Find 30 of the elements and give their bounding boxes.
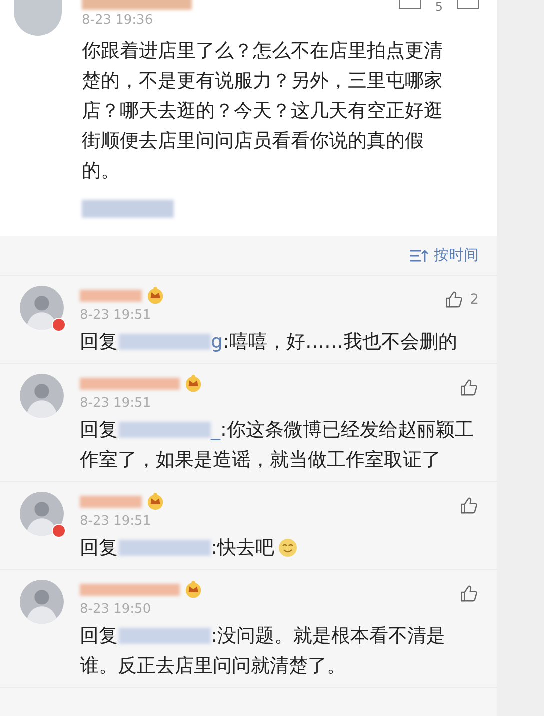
thumbs-up-icon[interactable] [460, 496, 479, 515]
crown-icon [184, 374, 203, 393]
thumbs-up-icon[interactable] [445, 290, 464, 309]
avatar-icon[interactable] [20, 580, 64, 624]
mention-link[interactable]: g [211, 331, 224, 353]
avatar-icon[interactable] [20, 492, 64, 536]
sort-icon [409, 248, 429, 262]
avatar-icon[interactable] [20, 286, 64, 330]
reply-text: 回复 :快去吧 [80, 536, 274, 561]
crown-icon [146, 492, 165, 511]
comment-time: 8-23 19:50 [80, 602, 152, 617]
comment-time: 8-23 19:51 [80, 396, 152, 411]
avatar-icon[interactable] [20, 374, 64, 418]
blurred-name [80, 290, 142, 302]
like-count: 2 [470, 292, 479, 308]
crown-icon [146, 286, 165, 305]
blurred-name [80, 496, 142, 508]
sort-button[interactable]: 按时间 [409, 246, 479, 265]
comment-time: 8-23 19:51 [80, 308, 152, 323]
reply-text: 回复 _:你这条微博已经发给赵丽颖工作室了，如果是造谣，就当做工作室取证了 [80, 418, 475, 473]
comment-time: 8-23 19:51 [80, 514, 152, 529]
comment-text: 你跟着进店里了么？怎么不在店里拍点更清楚的，不是更有说服力？另外，三里屯哪家店？哪天去逛的？今天？这几天有空正好逛街顺便去店里问问店员看看你说的真的假的。 [82, 39, 444, 184]
crown-icon [184, 580, 203, 599]
thumbs-up-icon[interactable] [460, 584, 479, 603]
comment-time: 8-23 19:36 [82, 13, 154, 28]
thumbs-up-icon[interactable] [460, 378, 479, 397]
mention-link[interactable]: _ [211, 419, 220, 441]
reply-text: 回复 :没问题。就是根本看不清是谁。反正去店里问问就清楚了。 [80, 624, 446, 679]
like-count: 5 [435, 0, 443, 14]
reply-text: 回复 g:嘻嘻，好……我也不会删的 [80, 330, 458, 355]
